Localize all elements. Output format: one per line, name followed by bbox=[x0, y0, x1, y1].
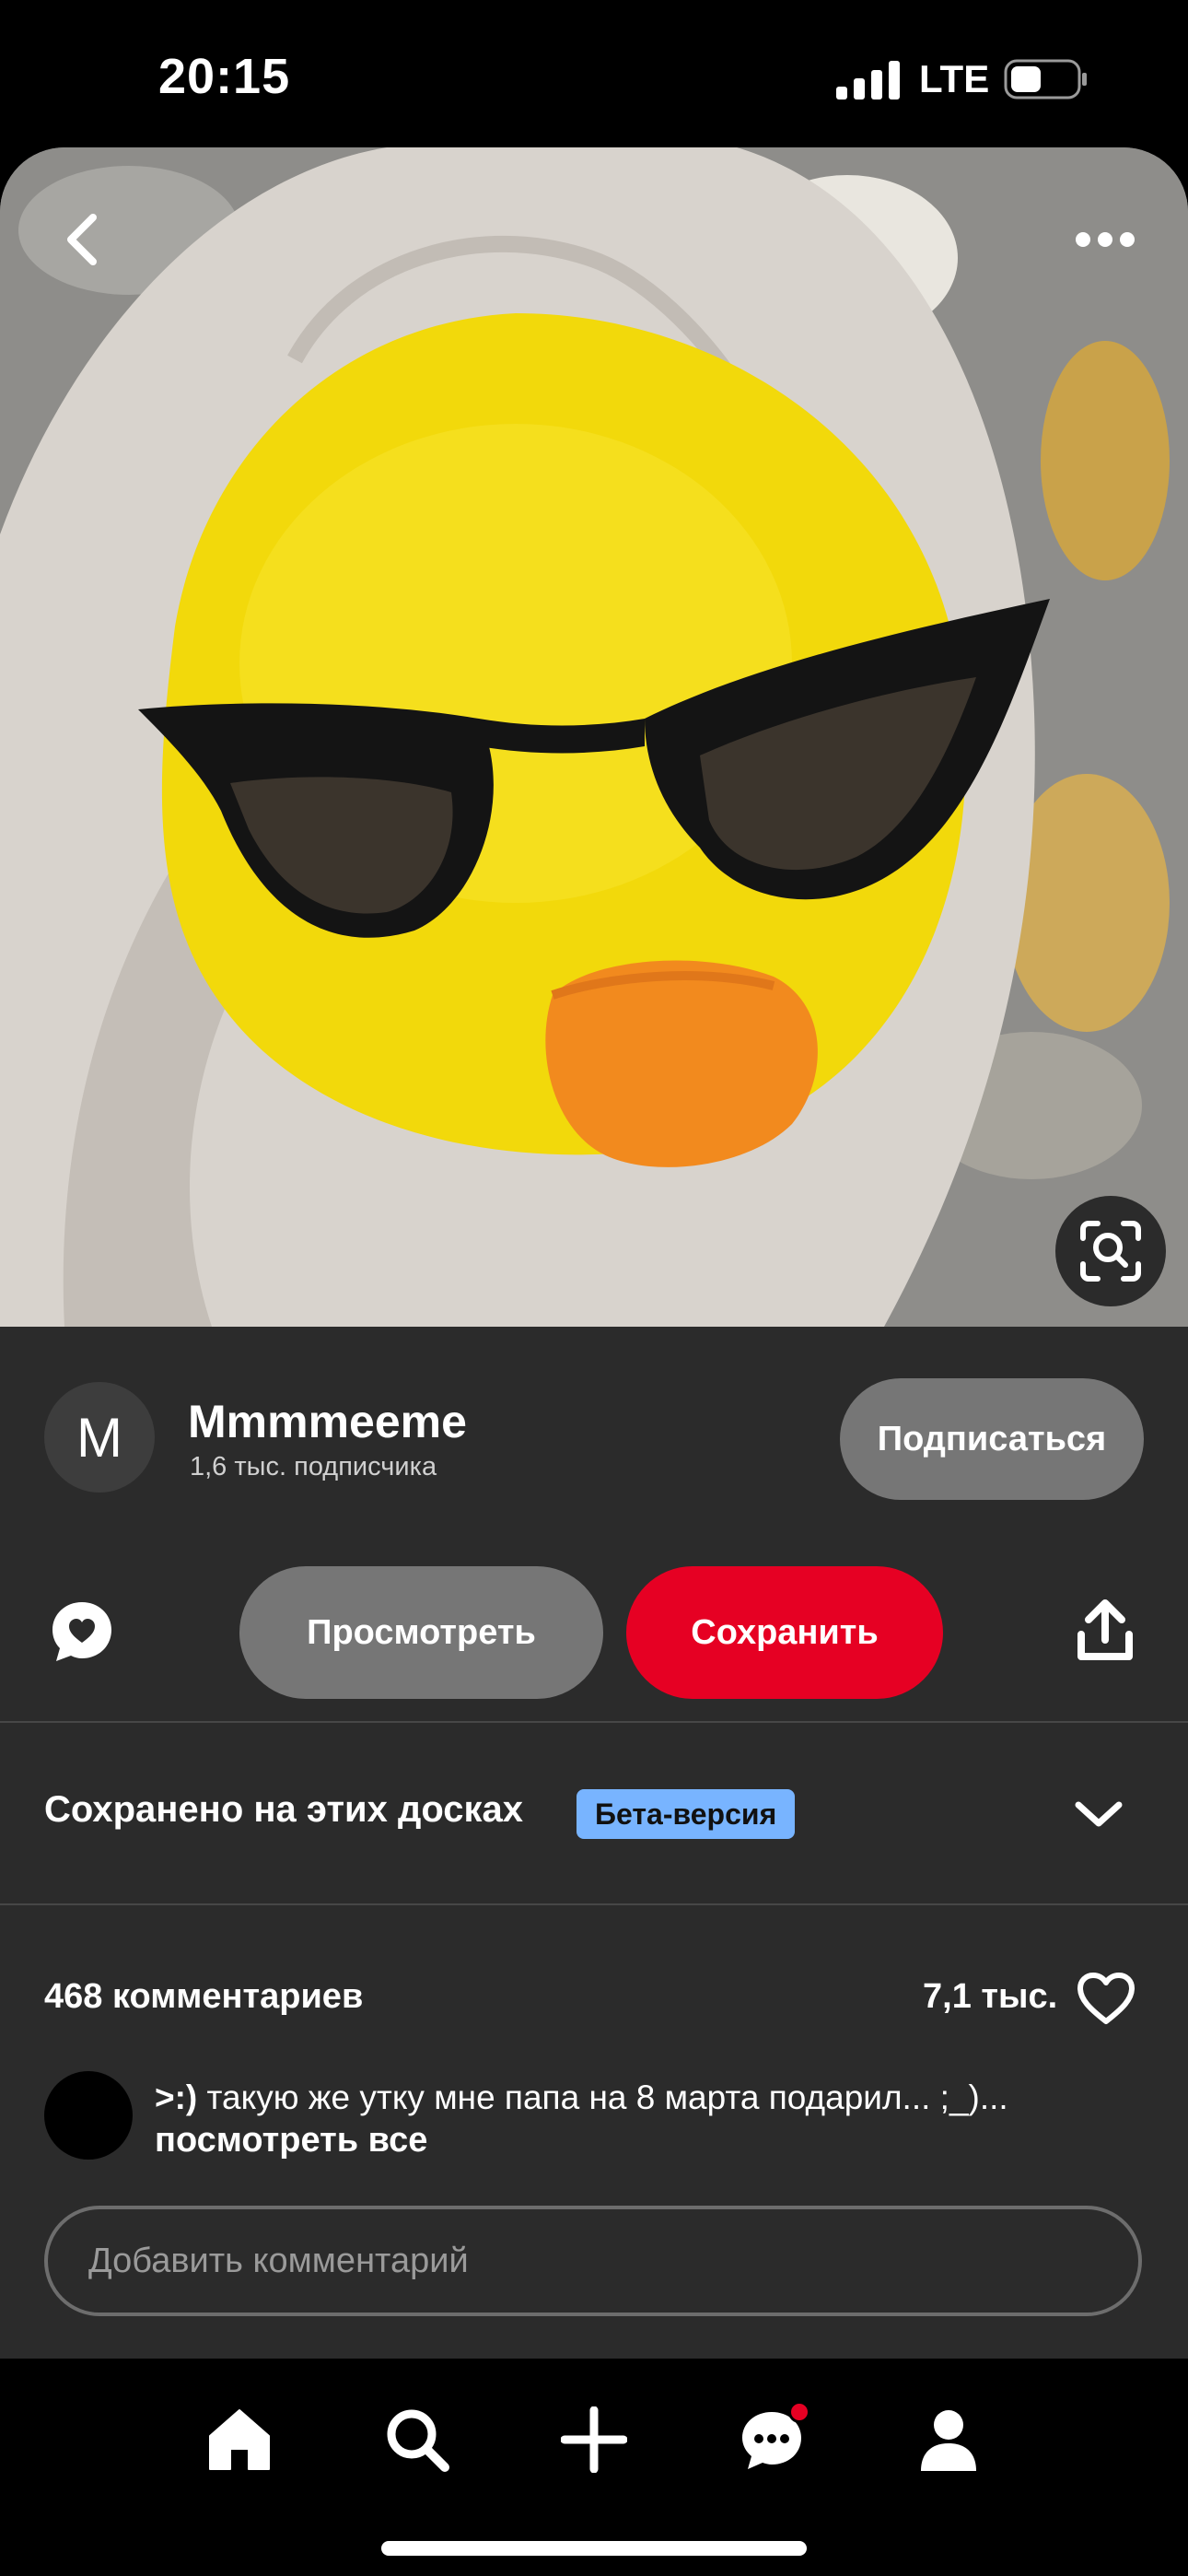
chevron-down-icon bbox=[1075, 1801, 1123, 1827]
comment-reaction-button[interactable] bbox=[44, 1594, 120, 1669]
comment-body: такую же утку мне папа на 8 марта подари… bbox=[197, 2078, 1008, 2116]
pin-details-panel: M Mmmmeeme 1,6 тыс. подписчика Подписать… bbox=[0, 1327, 1188, 2359]
heart-outline-icon bbox=[1077, 1973, 1135, 2024]
save-button[interactable]: Сохранить bbox=[626, 1566, 943, 1699]
search-icon bbox=[387, 2409, 449, 2472]
first-comment: >:) такую же утку мне папа на 8 марта по… bbox=[155, 2075, 1131, 2121]
subscribe-button[interactable]: Подписаться bbox=[840, 1378, 1144, 1500]
profile-icon bbox=[921, 2410, 976, 2471]
home-indicator bbox=[381, 2541, 807, 2556]
divider bbox=[0, 1721, 1188, 1723]
nav-messages[interactable] bbox=[728, 2395, 816, 2484]
beta-badge: Бета-версия bbox=[577, 1789, 796, 1839]
author-avatar[interactable]: M bbox=[44, 1382, 155, 1493]
boards-expand-button[interactable] bbox=[1068, 1784, 1129, 1844]
more-options-button[interactable] bbox=[1059, 203, 1151, 276]
bottom-nav bbox=[0, 2359, 1188, 2576]
add-icon bbox=[561, 2406, 627, 2473]
saved-boards-title: Сохранено на этих досках bbox=[44, 1789, 524, 1830]
status-time: 20:15 bbox=[158, 49, 291, 104]
back-button[interactable] bbox=[46, 203, 120, 276]
home-icon bbox=[209, 2409, 270, 2470]
chevron-left-icon bbox=[67, 214, 97, 265]
pin-detail-screen: 20:15 LTE M Mmmmeeme 1,6 тыс. подписчика… bbox=[0, 0, 1188, 2576]
comment-username[interactable]: >:) bbox=[155, 2078, 197, 2116]
view-button[interactable]: Просмотреть bbox=[239, 1566, 603, 1699]
add-comment-input[interactable] bbox=[44, 2206, 1142, 2316]
nav-search[interactable] bbox=[373, 2395, 461, 2484]
nav-profile[interactable] bbox=[904, 2395, 993, 2484]
status-bar: 20:15 LTE bbox=[0, 0, 1188, 147]
nav-home[interactable] bbox=[195, 2395, 284, 2484]
see-all-comments-link[interactable]: посмотреть все bbox=[155, 2121, 427, 2160]
like-button[interactable] bbox=[1074, 1966, 1138, 2031]
battery-icon bbox=[1004, 59, 1087, 100]
comment-heart-icon bbox=[52, 1602, 111, 1661]
commenter-avatar[interactable] bbox=[44, 2071, 133, 2160]
notification-dot bbox=[788, 2401, 810, 2423]
signal-icon bbox=[836, 61, 900, 100]
nav-create[interactable] bbox=[550, 2395, 638, 2484]
pin-image[interactable] bbox=[0, 147, 1188, 1327]
author-name[interactable]: Mmmmeeme bbox=[188, 1395, 467, 1448]
duck-plush-photo bbox=[0, 147, 1188, 1327]
more-dots-icon bbox=[1076, 232, 1135, 247]
share-icon bbox=[1077, 1599, 1133, 1660]
comments-count: 468 комментариев bbox=[44, 1977, 364, 2016]
likes-count: 7,1 тыс. bbox=[923, 1977, 1058, 2016]
share-button[interactable] bbox=[1068, 1594, 1142, 1668]
lens-search-icon bbox=[1080, 1221, 1141, 1282]
network-label: LTE bbox=[919, 57, 990, 100]
divider bbox=[0, 1903, 1188, 1905]
visual-search-button[interactable] bbox=[1055, 1196, 1166, 1306]
author-followers: 1,6 тыс. подписчика bbox=[190, 1452, 437, 1481]
